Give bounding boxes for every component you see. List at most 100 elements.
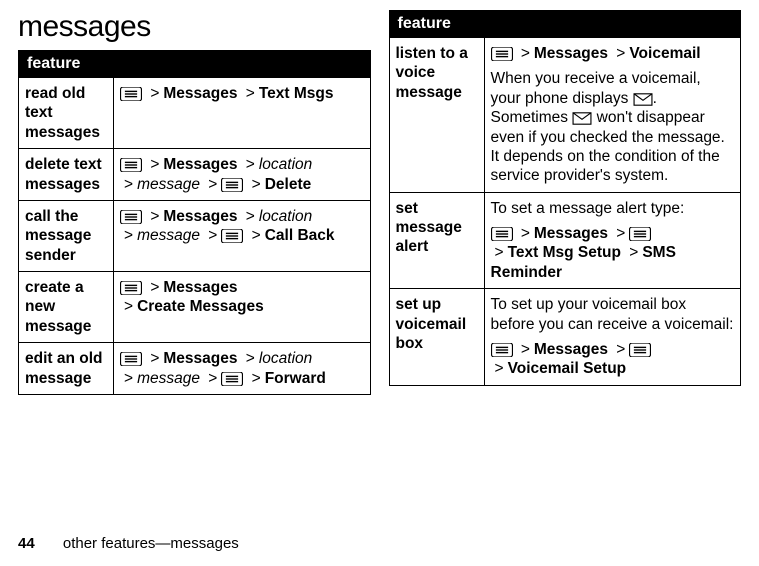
- gt-sep: >: [616, 225, 625, 242]
- menu-icon: [120, 281, 142, 295]
- gt-sep: >: [150, 156, 159, 173]
- desc-text: To set a message alert type:: [491, 200, 685, 217]
- messages-label: Messages: [163, 279, 237, 296]
- path-item-italic: message: [137, 227, 200, 244]
- table-row: delete text messages >Messages >location…: [19, 149, 371, 201]
- envelope-icon: [633, 93, 653, 106]
- feature-name: edit an old message: [19, 343, 114, 395]
- gt-sep: >: [252, 227, 261, 244]
- gt-sep: >: [521, 341, 530, 358]
- feature-desc: >Messages >location >message > >Call Bac…: [114, 200, 371, 271]
- gt-sep: >: [246, 208, 255, 225]
- gt-sep: >: [616, 45, 625, 62]
- gt-sep: >: [208, 370, 217, 387]
- gt-sep: >: [252, 176, 261, 193]
- gt-sep: >: [150, 350, 159, 367]
- gt-sep: >: [246, 156, 255, 173]
- gt-sep: >: [246, 350, 255, 367]
- table-row: set message alert To set a message alert…: [389, 192, 741, 289]
- path-item-italic: location: [259, 350, 312, 367]
- right-table: feature listen to a voice message >Messa…: [389, 10, 742, 386]
- menu-icon: [221, 372, 243, 386]
- path-item-italic: message: [137, 176, 200, 193]
- feature-name: set message alert: [389, 192, 484, 289]
- path-item: Voicemail: [629, 45, 700, 62]
- gt-sep: >: [616, 341, 625, 358]
- desc-text: To set up your voicemail box before you …: [491, 296, 734, 332]
- footer-text: other features—messages: [63, 535, 239, 552]
- envelope-icon: [572, 112, 592, 125]
- table-row: edit an old message >Messages >location …: [19, 343, 371, 395]
- messages-label: Messages: [534, 341, 608, 358]
- gt-sep: >: [521, 45, 530, 62]
- table-row: call the message sender >Messages >locat…: [19, 200, 371, 271]
- path-item-italic: message: [137, 370, 200, 387]
- right-column: feature listen to a voice message >Messa…: [389, 10, 742, 395]
- gt-sep: >: [124, 370, 133, 387]
- gt-sep: >: [150, 208, 159, 225]
- feature-desc: To set up your voicemail box before you …: [484, 289, 741, 386]
- menu-icon: [491, 47, 513, 61]
- gt-sep: >: [150, 279, 159, 296]
- feature-name: listen to a voice message: [389, 38, 484, 193]
- desc-text: When you receive a voicemail, your phone…: [491, 70, 701, 106]
- feature-desc: To set a message alert type: >Messages >…: [484, 192, 741, 289]
- path-item: Call Back: [265, 227, 335, 244]
- menu-icon: [120, 352, 142, 366]
- page-number: 44: [18, 535, 35, 552]
- menu-icon: [491, 343, 513, 357]
- path-item: Delete: [265, 176, 312, 193]
- feature-desc: >Messages >Text Msgs: [114, 78, 371, 149]
- feature-name: read old text messages: [19, 78, 114, 149]
- menu-icon: [120, 87, 142, 101]
- menu-icon: [120, 210, 142, 224]
- menu-icon: [120, 158, 142, 172]
- menu-icon: [629, 343, 651, 357]
- feature-name: call the message sender: [19, 200, 114, 271]
- gt-sep: >: [495, 244, 504, 261]
- table-row: listen to a voice message >Messages >Voi…: [389, 38, 741, 193]
- feature-desc: >Messages >Voicemail When you receive a …: [484, 38, 741, 193]
- feature-desc: >Messages >location >message > >Forward: [114, 343, 371, 395]
- feature-name: delete text messages: [19, 149, 114, 201]
- path-item: Forward: [265, 370, 326, 387]
- path-item: Text Msg Setup: [508, 244, 621, 261]
- gt-sep: >: [246, 85, 255, 102]
- gt-sep: >: [629, 244, 638, 261]
- messages-label: Messages: [163, 350, 237, 367]
- path-item: Text Msgs: [259, 85, 334, 102]
- feature-name: set up voicemail box: [389, 289, 484, 386]
- messages-label: Messages: [163, 208, 237, 225]
- page-footer: 44 other features—messages: [18, 535, 239, 552]
- table-header: feature: [19, 51, 371, 78]
- gt-sep: >: [495, 360, 504, 377]
- messages-label: Messages: [534, 45, 608, 62]
- gt-sep: >: [124, 176, 133, 193]
- table-row: read old text messages >Messages >Text M…: [19, 78, 371, 149]
- gt-sep: >: [521, 225, 530, 242]
- feature-desc: >Messages >Create Messages: [114, 272, 371, 343]
- gt-sep: >: [150, 85, 159, 102]
- menu-icon: [629, 227, 651, 241]
- left-table: feature read old text messages >Messages…: [18, 50, 371, 395]
- left-column: messages feature read old text messages …: [18, 10, 371, 395]
- messages-label: Messages: [163, 156, 237, 173]
- feature-desc: >Messages >location >message > >Delete: [114, 149, 371, 201]
- table-row: create a new message >Messages >Create M…: [19, 272, 371, 343]
- messages-label: Messages: [163, 85, 237, 102]
- gt-sep: >: [208, 227, 217, 244]
- feature-name: create a new message: [19, 272, 114, 343]
- table-header: feature: [389, 11, 741, 38]
- gt-sep: >: [124, 298, 133, 315]
- path-item: Voicemail Setup: [508, 360, 627, 377]
- messages-label: Messages: [534, 225, 608, 242]
- page-title: messages: [18, 10, 371, 44]
- gt-sep: >: [208, 176, 217, 193]
- gt-sep: >: [124, 227, 133, 244]
- table-row: set up voicemail box To set up your voic…: [389, 289, 741, 386]
- menu-icon: [221, 178, 243, 192]
- path-item: Create Messages: [137, 298, 264, 315]
- path-item-italic: location: [259, 156, 312, 173]
- gt-sep: >: [252, 370, 261, 387]
- menu-icon: [491, 227, 513, 241]
